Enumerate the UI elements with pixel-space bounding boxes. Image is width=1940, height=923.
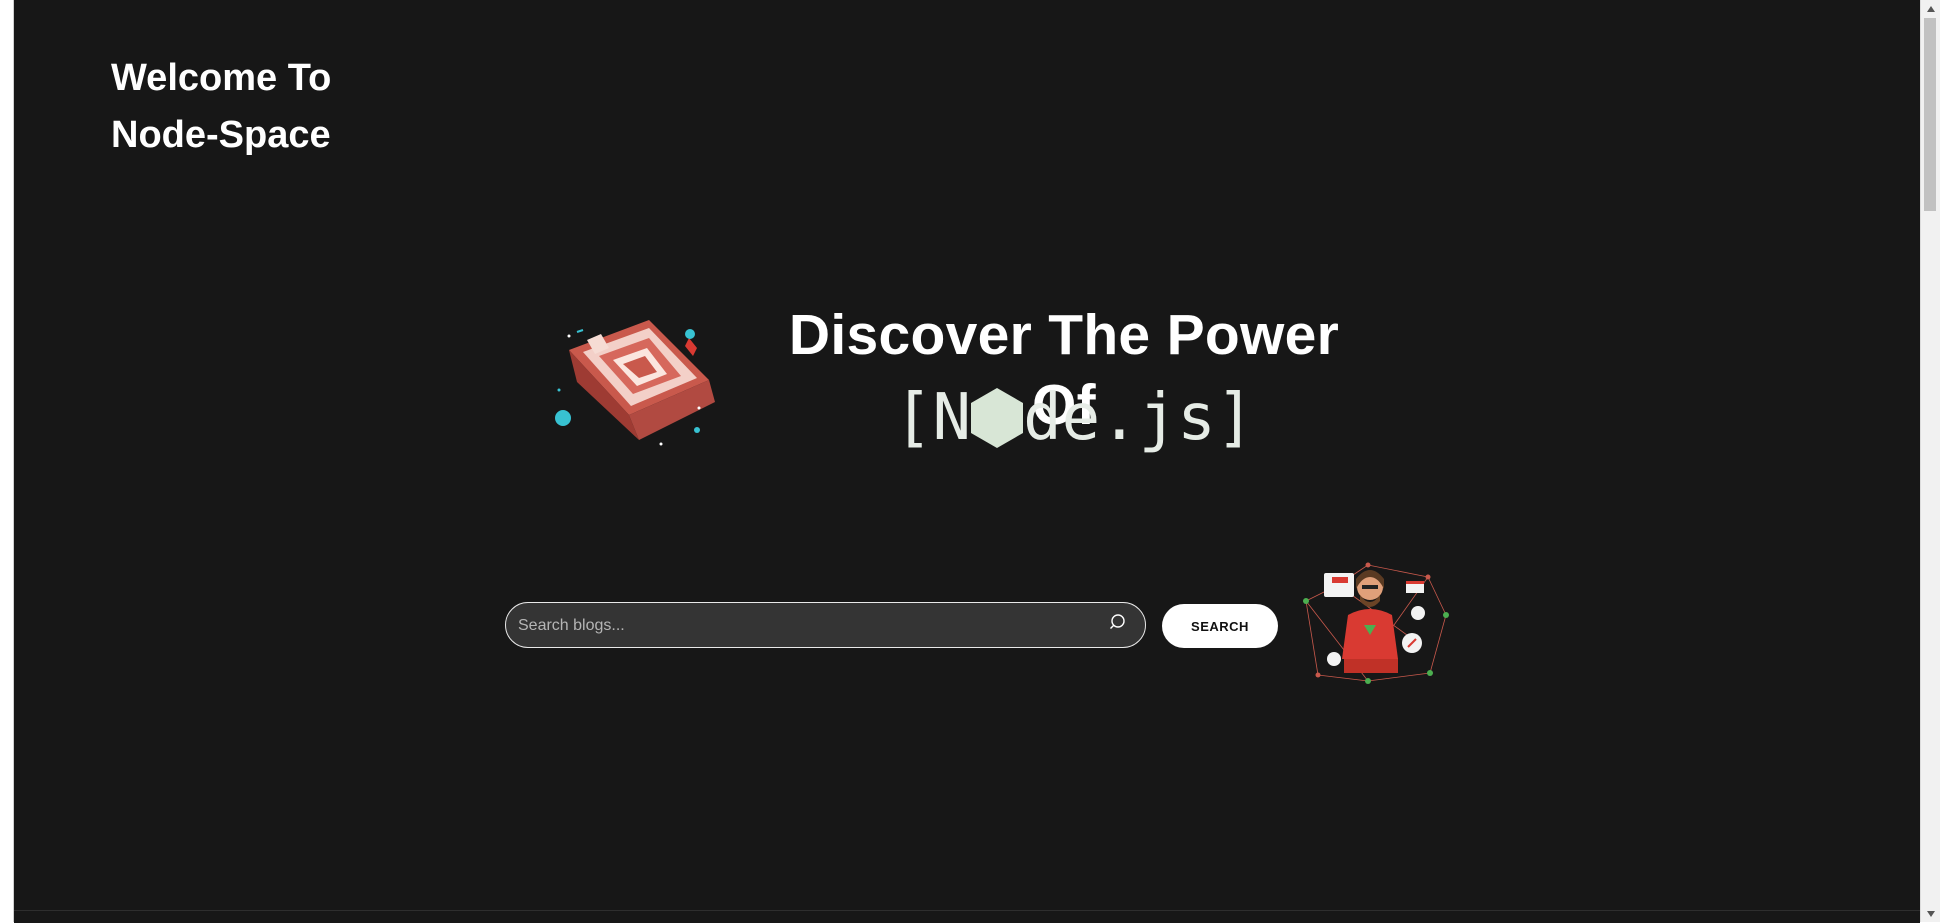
cube-illustration [555,320,715,446]
scroll-down-arrow-icon[interactable] [1921,905,1940,922]
scroll-thumb[interactable] [1924,18,1936,211]
scroll-up-arrow-icon[interactable] [1921,0,1940,17]
node-hexagon-icon [971,388,1024,448]
nodejs-wordmark: [N de.js] [894,378,1254,458]
search-button[interactable]: SEARCH [1162,604,1278,648]
welcome-line-2: Node-Space [111,114,331,156]
vertical-scrollbar[interactable] [1920,0,1940,922]
site-heading: Welcome To Node-Space [111,50,331,164]
developer-illustration [1303,562,1449,684]
search-icon[interactable] [1109,613,1129,633]
brand-prefix: [N [894,381,972,455]
welcome-line-1: Welcome To [111,57,332,99]
landing-page: Welcome To Node-Space Discover The Power… [14,0,1920,910]
search-input[interactable] [516,603,1080,648]
brand-suffix: de.js] [1023,381,1255,455]
search-bar [505,602,1146,648]
page-footer-strip [14,910,1920,923]
